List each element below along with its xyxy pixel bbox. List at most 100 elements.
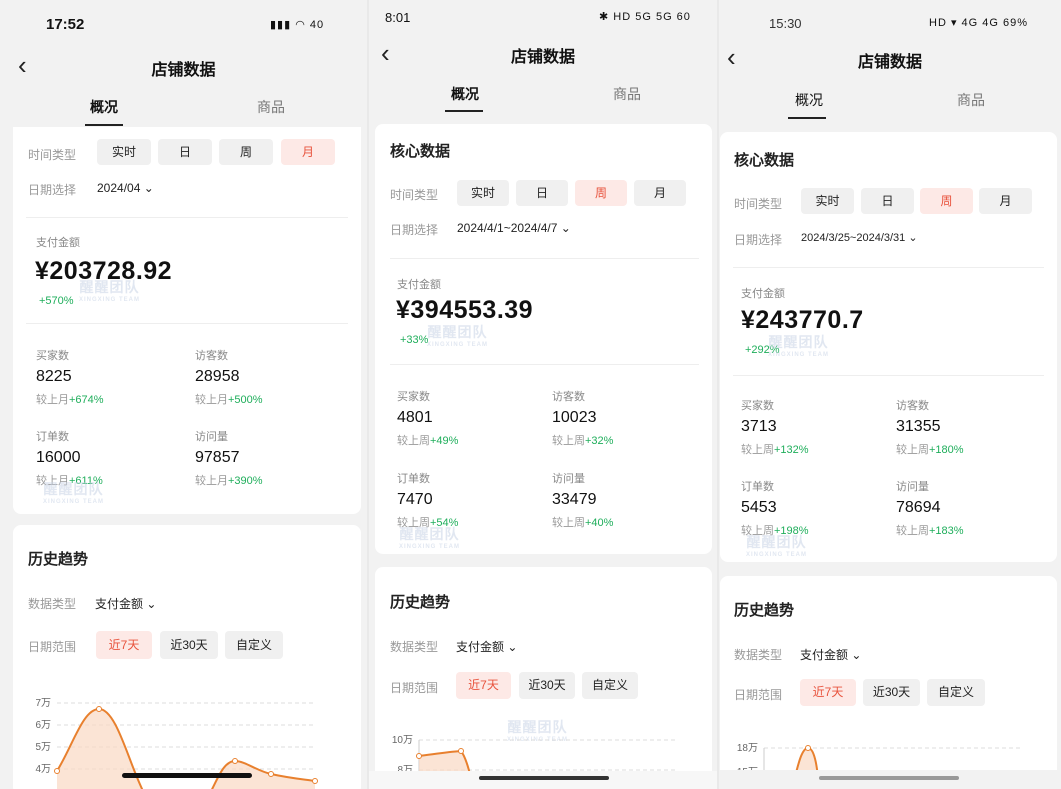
- chart-tick: 5万: [35, 742, 51, 753]
- time-option-day[interactable]: 日: [158, 139, 212, 165]
- data-type-select[interactable]: 支付金额 ⌄: [800, 646, 861, 663]
- tab-products[interactable]: 商品: [957, 90, 985, 110]
- watermark: 醒醒团队 XINGXING TEAM: [399, 526, 461, 550]
- chart-tick: 10万: [392, 735, 413, 746]
- metric-label-visitors: 访客数: [896, 400, 929, 412]
- core-data-card: 核心数据 时间类型 实时 日 周 月 日期选择 2024/3/25~2024/3…: [720, 132, 1057, 562]
- time-option-week[interactable]: 周: [575, 180, 627, 206]
- time-option-month[interactable]: 月: [281, 139, 335, 165]
- watermark: 醒醒团队 XINGXING TEAM: [746, 534, 808, 558]
- time-option-week[interactable]: 周: [219, 139, 273, 165]
- range-7d[interactable]: 近7天: [800, 679, 856, 706]
- range-7d[interactable]: 近7天: [96, 631, 152, 659]
- metric-value-orders: 16000: [36, 449, 81, 466]
- metric-change-pageviews: 较上月+390%: [195, 475, 263, 487]
- trend-card: 历史趋势 数据类型 支付金额 ⌄ 日期范围 近7天 近30天 自定义 醒醒团队 X…: [375, 567, 712, 789]
- pay-value: ¥394553.39: [396, 296, 534, 324]
- range-30d[interactable]: 近30天: [160, 631, 218, 659]
- metric-value-buyers: 3713: [741, 418, 777, 435]
- status-icons: HD ▾ 4G 4G 69%: [929, 17, 1028, 29]
- time-option-realtime[interactable]: 实时: [457, 180, 509, 206]
- metric-change-buyers: 较上周+49%: [397, 435, 459, 447]
- metric-change-pageviews: 较上周+40%: [552, 517, 614, 529]
- page-title: 店铺数据: [857, 54, 922, 71]
- date-select[interactable]: 2024/04 ⌄: [97, 181, 154, 195]
- chart-tick: 7万: [35, 698, 51, 709]
- watermark: 醒醒团队 XINGXING TEAM: [43, 481, 105, 505]
- date-select[interactable]: 2024/3/25~2024/3/31 ⌄: [801, 231, 918, 244]
- range-custom[interactable]: 自定义: [582, 672, 638, 699]
- metric-value-orders: 5453: [741, 499, 777, 516]
- phone-screenshot-1: 17:52 ▮▮▮ ◠ 40 ‹ 店铺数据 概况 商品 时间类型 实时 日 周 …: [0, 0, 367, 789]
- tab-products[interactable]: 商品: [257, 97, 285, 117]
- watermark: 醒醒团队 XINGXING TEAM: [768, 334, 830, 358]
- time-option-realtime[interactable]: 实时: [801, 188, 854, 214]
- status-icons: ▮▮▮ ◠ 40: [270, 19, 325, 31]
- tab-overview[interactable]: 概况: [90, 97, 118, 117]
- core-data-card: 核心数据 时间类型 实时 日 周 月 日期选择 2024/4/1~2024/4/…: [375, 124, 712, 554]
- chevron-down-icon: ⌄: [908, 232, 918, 244]
- range-30d[interactable]: 近30天: [863, 679, 920, 706]
- time-option-month[interactable]: 月: [979, 188, 1032, 214]
- time-option-month[interactable]: 月: [634, 180, 686, 206]
- metric-label-orders: 订单数: [397, 473, 430, 485]
- data-type-select[interactable]: 支付金额 ⌄: [456, 638, 517, 655]
- home-indicator[interactable]: [819, 776, 959, 780]
- metric-value-pageviews: 97857: [195, 449, 240, 466]
- metric-label-pageviews: 访问量: [896, 481, 929, 493]
- core-title: 核心数据: [734, 152, 795, 169]
- range-30d[interactable]: 近30天: [519, 672, 575, 699]
- tab-overview[interactable]: 概况: [795, 90, 823, 110]
- tab-products[interactable]: 商品: [613, 84, 641, 104]
- trend-title: 历史趋势: [28, 551, 89, 568]
- chevron-down-icon: ⌄: [143, 181, 154, 195]
- core-data-card: 时间类型 实时 日 周 月 日期选择 2024/04 ⌄ 支付金额 ¥20372…: [13, 127, 361, 514]
- trend-title: 历史趋势: [734, 602, 795, 619]
- metric-value-visitors: 28958: [195, 368, 240, 385]
- chart-point: [232, 758, 238, 764]
- time-option-day[interactable]: 日: [516, 180, 568, 206]
- chart-tick: 18万: [737, 743, 758, 754]
- divider: [390, 364, 699, 365]
- metric-change-visitors: 较上月+500%: [195, 394, 263, 406]
- data-type-label: 数据类型: [390, 640, 439, 654]
- tab-underline: [85, 124, 123, 126]
- chart-point: [96, 706, 102, 712]
- time-option-week[interactable]: 周: [920, 188, 973, 214]
- time-type-label: 时间类型: [390, 188, 439, 202]
- range-custom[interactable]: 自定义: [225, 631, 283, 659]
- metric-value-visitors: 10023: [552, 409, 597, 426]
- data-type-select[interactable]: 支付金额 ⌄: [95, 595, 156, 612]
- chart-point: [805, 745, 811, 751]
- home-indicator[interactable]: [479, 776, 609, 780]
- chevron-down-icon: ⌄: [560, 221, 571, 235]
- range-custom[interactable]: 自定义: [927, 679, 985, 706]
- range-7d[interactable]: 近7天: [456, 672, 511, 699]
- metric-value-buyers: 8225: [36, 368, 72, 385]
- chart-point: [312, 778, 318, 784]
- tab-overview[interactable]: 概况: [451, 84, 479, 104]
- time-option-realtime[interactable]: 实时: [97, 139, 151, 165]
- metric-value-orders: 7470: [397, 491, 433, 508]
- pay-label: 支付金额: [741, 288, 785, 300]
- range-label: 日期范围: [734, 688, 783, 702]
- page-title: 店铺数据: [151, 62, 216, 79]
- home-indicator[interactable]: [122, 773, 252, 778]
- date-label: 日期选择: [390, 223, 439, 237]
- chart-point: [54, 768, 60, 774]
- page-title: 店铺数据: [510, 49, 575, 66]
- pay-change: +33%: [400, 334, 429, 346]
- chart-tick: 4万: [35, 764, 51, 775]
- data-type-label: 数据类型: [28, 597, 77, 611]
- core-title: 核心数据: [390, 143, 451, 160]
- trend-card: 历史趋势 数据类型 支付金额 ⌄ 日期范围 近7天 近30天 自定义 18万 1…: [720, 576, 1057, 789]
- date-label: 日期选择: [28, 183, 77, 197]
- metric-label-visitors: 访客数: [552, 391, 585, 403]
- divider: [26, 323, 348, 324]
- metric-change-buyers: 较上周+132%: [741, 444, 809, 456]
- pay-value: ¥243770.7: [741, 306, 864, 334]
- chevron-down-icon: ⌄: [851, 648, 862, 662]
- date-select[interactable]: 2024/4/1~2024/4/7 ⌄: [457, 221, 571, 235]
- chart-tick: 6万: [35, 720, 51, 731]
- time-option-day[interactable]: 日: [861, 188, 914, 214]
